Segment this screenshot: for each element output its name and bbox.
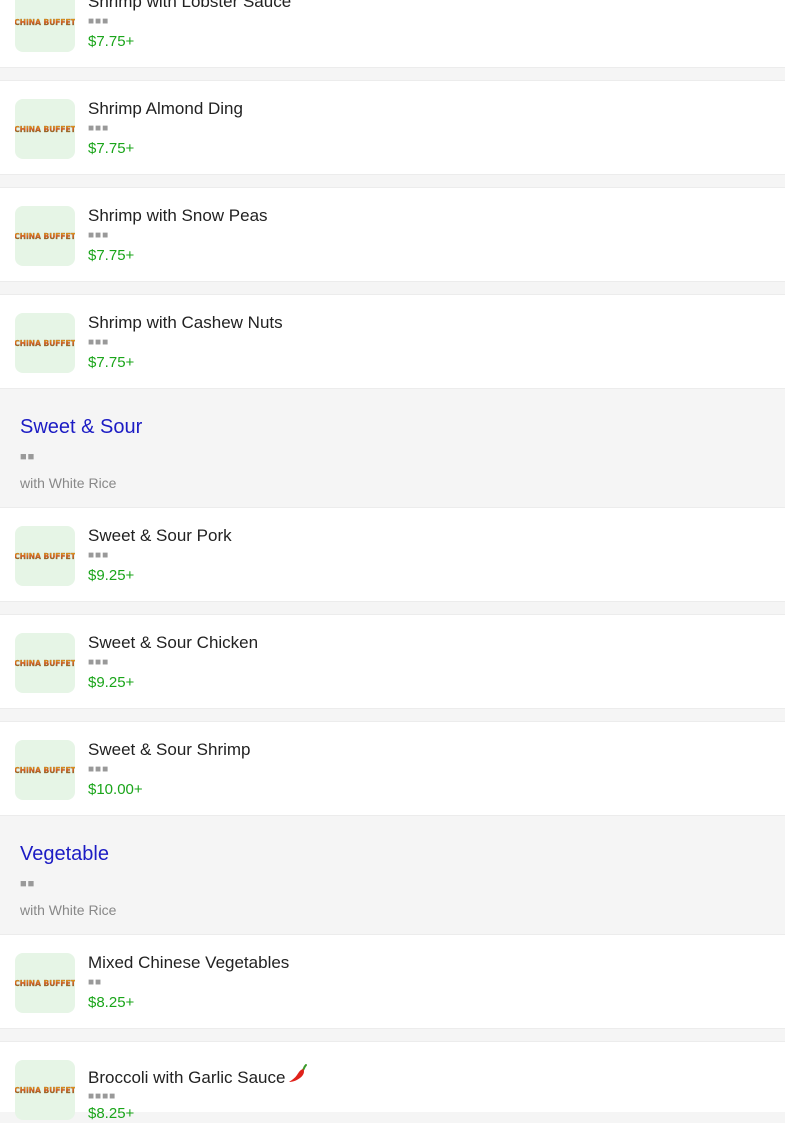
item-price: $8.25+	[88, 994, 135, 1011]
section-chinese-title: ■■	[20, 451, 36, 463]
item-chinese-name: ■■■	[88, 123, 110, 134]
item-name: Shrimp with Snow Peas	[88, 206, 268, 225]
item-name: Shrimp with Lobster Sauce	[88, 0, 292, 11]
section-title: Sweet & Sour	[20, 416, 143, 438]
menu-item-broccoli-with-garlic-sauce[interactable]: CHINA BUFFET Broccoli with Garlic Sauce …	[0, 1041, 785, 1122]
item-name: Sweet & Sour Pork	[88, 526, 232, 545]
svg-text:CHINA BUFFET: CHINA BUFFET	[15, 552, 75, 561]
chili-pepper-icon	[287, 1063, 309, 1090]
thumb-logo-icon: CHINA BUFFET	[15, 953, 75, 1013]
section-note: with White Rice	[20, 475, 117, 491]
menu-item-sweet-sour-pork[interactable]: CHINA BUFFET Sweet & Sour Pork ■■■ $9.25…	[0, 507, 785, 602]
item-chinese-name: ■■■	[88, 657, 110, 668]
thumb-logo-icon: CHINA BUFFET	[15, 313, 75, 373]
svg-text:CHINA BUFFET: CHINA BUFFET	[15, 659, 75, 668]
svg-text:CHINA BUFFET: CHINA BUFFET	[15, 766, 75, 775]
section-header-sweet-sour: Sweet & Sour ■■ with White Rice	[0, 415, 785, 507]
section-title: Vegetable	[20, 843, 109, 865]
thumb-logo-icon: CHINA BUFFET	[15, 0, 75, 52]
item-price: $7.75+	[88, 33, 135, 50]
item-name: Sweet & Sour Shrimp	[88, 740, 251, 759]
section-chinese-title: ■■	[20, 878, 36, 890]
thumb-logo-icon: CHINA BUFFET	[15, 206, 75, 266]
menu-item-sweet-sour-shrimp[interactable]: CHINA BUFFET Sweet & Sour Shrimp ■■■ $10…	[0, 721, 785, 816]
thumb-logo-icon: CHINA BUFFET	[15, 633, 75, 693]
menu-item-mixed-chinese-vegetables[interactable]: CHINA BUFFET Mixed Chinese Vegetables ■■…	[0, 934, 785, 1029]
thumb-logo-icon: CHINA BUFFET	[15, 740, 75, 800]
svg-text:CHINA BUFFET: CHINA BUFFET	[15, 979, 75, 988]
item-chinese-name: ■■■	[88, 16, 110, 27]
item-chinese-name: ■■■	[88, 764, 110, 775]
menu-item-shrimp-with-cashew-nuts[interactable]: CHINA BUFFET Shrimp with Cashew Nuts ■■■…	[0, 294, 785, 389]
item-chinese-name: ■■■	[88, 550, 110, 561]
thumb-logo-icon: CHINA BUFFET	[15, 1060, 75, 1120]
item-price: $7.75+	[88, 247, 135, 264]
item-price: $8.25+	[88, 1105, 135, 1122]
item-name: Sweet & Sour Chicken	[88, 633, 259, 652]
item-chinese-name: ■■■	[88, 337, 110, 348]
item-price: $7.75+	[88, 140, 135, 157]
menu-item-shrimp-with-snow-peas[interactable]: CHINA BUFFET Shrimp with Snow Peas ■■■ $…	[0, 187, 785, 282]
item-chinese-name: ■■■■	[88, 1091, 117, 1102]
section-header-vegetable: Vegetable ■■ with White Rice	[0, 842, 785, 934]
item-name: Shrimp Almond Ding	[88, 99, 243, 118]
svg-text:CHINA BUFFET: CHINA BUFFET	[15, 232, 75, 241]
menu-item-shrimp-almond-ding[interactable]: CHINA BUFFET Shrimp Almond Ding ■■■ $7.7…	[0, 80, 785, 175]
svg-text:CHINA BUFFET: CHINA BUFFET	[15, 1086, 75, 1095]
svg-text:CHINA BUFFET: CHINA BUFFET	[15, 125, 75, 134]
item-price: $9.25+	[88, 674, 135, 691]
item-name-row: Broccoli with Garlic Sauce	[88, 1063, 309, 1090]
menu-item-shrimp-with-lobster-sauce[interactable]: CHINA BUFFET Shrimp with Lobster Sauce ■…	[0, 0, 785, 68]
item-price: $10.00+	[88, 781, 143, 798]
section-note: with White Rice	[20, 902, 117, 918]
item-chinese-name: ■■■	[88, 230, 110, 241]
thumb-logo-icon: CHINA BUFFET	[15, 99, 75, 159]
menu-item-sweet-sour-chicken[interactable]: CHINA BUFFET Sweet & Sour Chicken ■■■ $9…	[0, 614, 785, 709]
svg-text:CHINA BUFFET: CHINA BUFFET	[15, 339, 75, 348]
item-price: $9.25+	[88, 567, 135, 584]
item-name: Broccoli with Garlic Sauce	[88, 1068, 286, 1087]
thumb-logo-icon: CHINA BUFFET	[15, 526, 75, 586]
item-price: $7.75+	[88, 354, 135, 371]
svg-text:CHINA BUFFET: CHINA BUFFET	[15, 18, 75, 27]
item-chinese-name: ■■	[88, 977, 103, 988]
item-name: Mixed Chinese Vegetables	[88, 953, 290, 972]
item-name: Shrimp with Cashew Nuts	[88, 313, 283, 332]
